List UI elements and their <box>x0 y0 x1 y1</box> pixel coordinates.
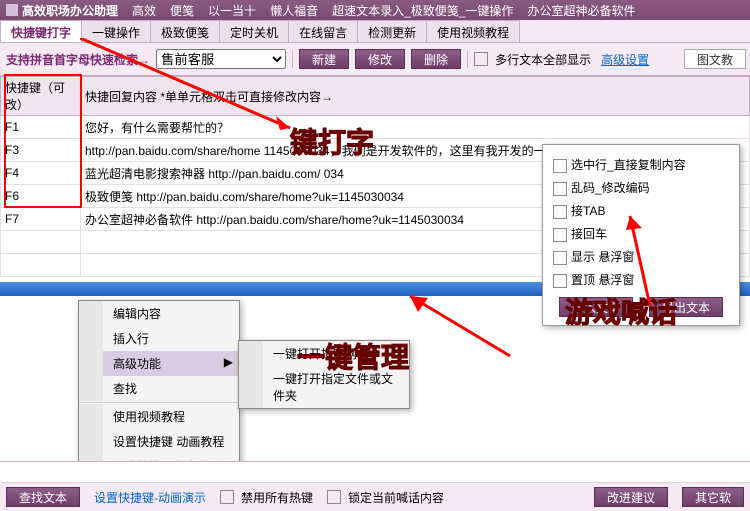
app-title: 高效职场办公助理 <box>6 2 118 19</box>
col-content: 快捷回复内容 *单单元格双击可直接修改内容→ <box>81 77 750 116</box>
mi-find[interactable]: 查找 <box>79 376 239 401</box>
tab-msg[interactable]: 在线留言 <box>288 20 358 42</box>
tab-video[interactable]: 使用视频教程 <box>426 20 520 42</box>
opt-copy[interactable]: 选中行_直接复制内容 <box>551 153 731 176</box>
multiline-checkbox[interactable]: 多行文本全部显示 <box>474 51 591 68</box>
chevron-right-icon: ▶ <box>224 355 233 369</box>
top-link[interactable]: 办公室超神必备软件 <box>527 2 635 19</box>
top-link[interactable]: 超速文本录入_极致便笺_一键操作 <box>332 2 513 19</box>
title-bar: 高效职场办公助理 高效 便笺 以一当十 懒人福音 超速文本录入_极致便笺_一键操… <box>0 0 750 20</box>
main-area: 快捷键（可改）快捷回复内容 *单单元格双击可直接修改内容→ F1您好，有什么需要… <box>0 76 750 468</box>
delete-button[interactable]: 删除 <box>411 49 461 69</box>
tab-oneclick[interactable]: 一键操作 <box>81 20 151 42</box>
top-link[interactable]: 懒人福音 <box>270 2 318 19</box>
tab-hotkey[interactable]: 快捷键打字 <box>0 20 82 42</box>
category-select[interactable]: 售前客服 <box>156 49 286 69</box>
bottom-bar: 查找文本 设置快捷键-动画演示 禁用所有热键 锁定当前喊话内容 改进建议 其它软 <box>0 461 750 511</box>
set-hotkey-link[interactable]: 设置快捷键-动画演示 <box>94 489 206 506</box>
main-tabs: 快捷键打字 一键操作 极致便笺 定时关机 在线留言 检测更新 使用视频教程 <box>0 20 750 43</box>
find-text-button[interactable]: 查找文本 <box>6 487 80 507</box>
lock-shout-checkbox[interactable]: 锁定当前喊话内容 <box>327 489 444 506</box>
tab-update[interactable]: 检测更新 <box>357 20 427 42</box>
export-button[interactable]: 导出文本 <box>649 297 723 317</box>
smi-open-site[interactable]: 一键打开指定网站 <box>239 341 409 366</box>
opt-enter[interactable]: 接回车 <box>551 222 731 245</box>
top-link[interactable]: 以一当十 <box>208 2 256 19</box>
top-link[interactable]: 便笺 <box>170 2 194 19</box>
opt-top[interactable]: 置顶 悬浮窗 <box>551 268 731 291</box>
app-icon <box>6 4 18 16</box>
edit-button[interactable]: 修改 <box>355 49 405 69</box>
toolbar: 支持拼音首字母快速检索→ 售前客服 新建 修改 删除 多行文本全部显示 高级设置… <box>0 43 750 76</box>
arrow-icon <box>400 286 520 366</box>
table-row: F1您好，有什么需要帮忙的？ <box>1 116 750 139</box>
new-button[interactable]: 新建 <box>299 49 349 69</box>
mi-edit[interactable]: 编辑内容 <box>79 301 239 326</box>
opt-tab[interactable]: 接TAB <box>551 199 731 222</box>
mi-set-anim[interactable]: 设置快捷键 动画教程 <box>79 429 239 454</box>
mi-video[interactable]: 使用视频教程 <box>79 404 239 429</box>
top-link[interactable]: 高效 <box>132 2 156 19</box>
mi-advanced[interactable]: 高级功能▶ <box>79 351 239 376</box>
mi-insert[interactable]: 插入行 <box>79 326 239 351</box>
import-button[interactable]: 导入文本 <box>559 297 633 317</box>
tab-shutdown[interactable]: 定时关机 <box>219 20 289 42</box>
col-hotkey: 快捷键（可改） <box>1 77 81 116</box>
other-soft-button[interactable]: 其它软 <box>682 487 744 507</box>
search-hint: 支持拼音首字母快速检索→ <box>6 51 150 68</box>
opt-float[interactable]: 显示 悬浮窗 <box>551 245 731 268</box>
opt-encoding[interactable]: 乱码_修改编码 <box>551 176 731 199</box>
submenu: 一键打开指定网站 一键打开指定文件或文件夹 <box>238 340 410 409</box>
smi-open-file[interactable]: 一键打开指定文件或文件夹 <box>239 366 409 408</box>
disable-all-checkbox[interactable]: 禁用所有热键 <box>220 489 313 506</box>
advanced-settings-link[interactable]: 高级设置 <box>601 51 649 68</box>
pictext-button[interactable]: 图文教 <box>684 49 746 69</box>
advanced-popup: 选中行_直接复制内容 乱码_修改编码 接TAB 接回车 显示 悬浮窗 置顶 悬浮… <box>542 144 740 326</box>
suggest-button[interactable]: 改进建议 <box>594 487 668 507</box>
tab-notes[interactable]: 极致便笺 <box>150 20 220 42</box>
